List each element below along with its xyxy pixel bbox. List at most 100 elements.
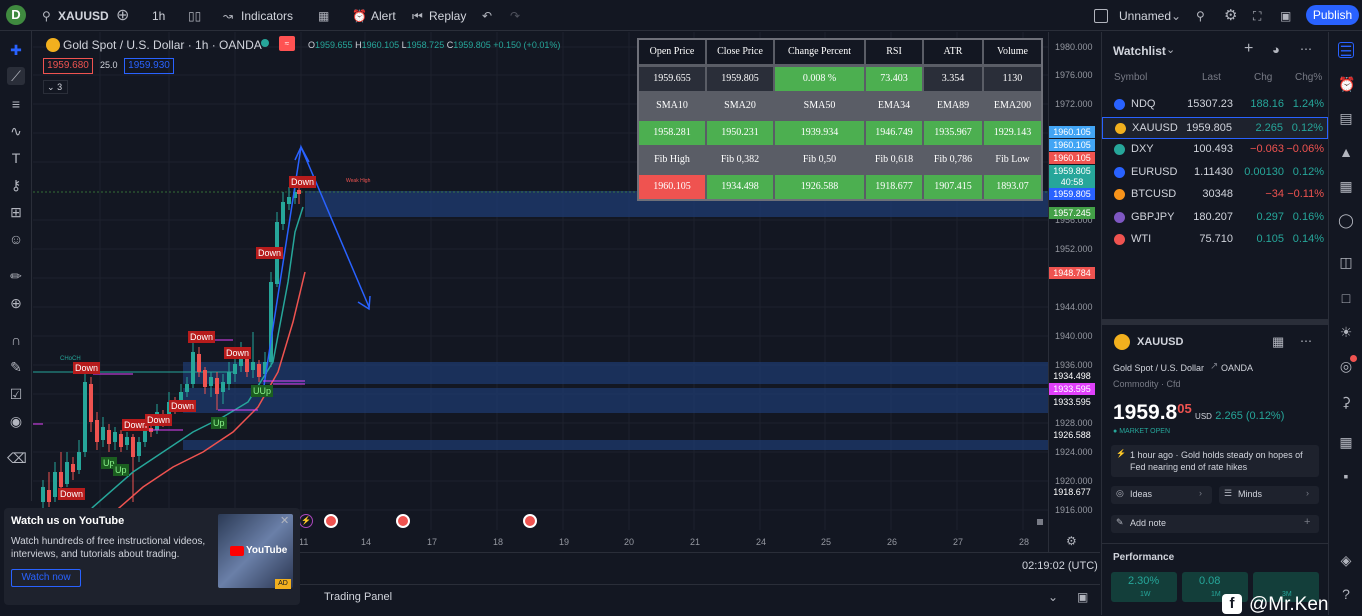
candle-body xyxy=(77,452,81,470)
alert-icon[interactable]: ⏰ xyxy=(352,6,367,26)
news-item[interactable]: ⚡ 1 hour ago · Gold holds steady on hope… xyxy=(1111,445,1319,477)
more-icon[interactable]: ⋯ xyxy=(1300,42,1312,56)
fib-icon[interactable]: ⊞ xyxy=(7,203,25,221)
horizontal-lines-icon[interactable]: ≡ xyxy=(7,95,25,113)
templates-icon[interactable]: ▦ xyxy=(318,6,329,26)
more-icon[interactable]: ⋯ xyxy=(1300,334,1312,348)
chevron-down-icon[interactable]: ⌄ xyxy=(1171,6,1181,26)
trash-icon[interactable]: ⌫ xyxy=(7,449,27,467)
brush-icon[interactable]: ∿ xyxy=(7,122,25,140)
watchlist-row[interactable]: DXY 100.493 −0.063 −0.06% xyxy=(1102,139,1328,161)
stay-drawing-icon[interactable]: ✎ xyxy=(7,358,25,376)
buy-button[interactable]: 1959.930 xyxy=(124,58,174,74)
add-symbol-icon[interactable]: + xyxy=(1244,40,1253,58)
chevron-down-icon[interactable]: ⌄ xyxy=(1166,43,1175,56)
event-lightning-icon[interactable]: ⚡ xyxy=(299,514,313,528)
symbol-search[interactable]: XAUUSD xyxy=(58,6,109,26)
col-chg[interactable]: Chg xyxy=(1254,72,1272,83)
news-headline: 1 hour ago · Gold holds steady on hopes … xyxy=(1130,450,1303,472)
external-link-icon[interactable]: ↗ xyxy=(1210,361,1218,372)
scroll-marker[interactable] xyxy=(1037,519,1043,525)
col-chgp[interactable]: Chg% xyxy=(1295,72,1322,83)
replay-button[interactable]: Replay xyxy=(429,6,466,26)
close-icon[interactable]: ✕ xyxy=(280,514,289,527)
layout-name[interactable]: Unnamed xyxy=(1119,6,1171,26)
add-note-button[interactable]: ✎ Add note + xyxy=(1111,515,1319,533)
watchlist-row[interactable]: EURUSD 1.11430 0.00130 0.12% xyxy=(1102,162,1328,184)
compare-add-icon[interactable]: ⊕ xyxy=(116,6,129,26)
hotlists-icon[interactable]: ▲ xyxy=(1338,144,1354,160)
candles-icon[interactable]: ▯▯ xyxy=(188,6,201,26)
us-flag-event-icon[interactable] xyxy=(523,514,537,528)
pattern-icon[interactable]: ⚷ xyxy=(7,176,25,194)
utc-clock[interactable]: 02:19:02 (UTC) xyxy=(1022,560,1098,572)
chat-icon[interactable]: □ xyxy=(1338,290,1354,306)
redo-icon[interactable]: ↷ xyxy=(510,6,520,26)
price-axis[interactable]: 1980.000 1976.000 1972.000 1956.000 1952… xyxy=(1048,32,1100,552)
fullscreen-icon[interactable]: ⛶ xyxy=(1253,6,1261,26)
text-icon[interactable]: T xyxy=(7,149,25,167)
replay-icon[interactable]: ⏮ xyxy=(412,6,423,26)
axis-settings-icon[interactable]: ⚙ xyxy=(1066,534,1077,548)
indicators-icon[interactable]: ↝ xyxy=(223,6,233,26)
zoom-in-icon[interactable]: ⊕ xyxy=(7,294,25,312)
data-problem-icon[interactable]: ≈ xyxy=(279,36,295,51)
maximize-panel-icon[interactable]: ▣ xyxy=(1077,590,1088,604)
alert-button[interactable]: Alert xyxy=(371,6,396,26)
watch-now-button[interactable]: Watch now xyxy=(11,569,81,587)
help-icon[interactable]: ? xyxy=(1338,586,1354,602)
us-flag-event-icon[interactable] xyxy=(396,514,410,528)
search-icon[interactable]: ⚲ xyxy=(42,6,51,26)
order-panel-icon[interactable]: ▦ xyxy=(1338,434,1354,450)
trading-panel-tab[interactable]: Trading Panel xyxy=(324,591,392,603)
watchlist-row[interactable]: BTCUSD 30348 −34 −0.11% xyxy=(1102,184,1328,206)
us-flag-event-icon[interactable] xyxy=(324,514,338,528)
eye-icon[interactable]: ◉ xyxy=(7,412,25,430)
chevron-down-icon[interactable]: ⌄ xyxy=(1048,590,1058,604)
ideas-stream-icon[interactable]: ◯ xyxy=(1338,212,1354,228)
chart-title[interactable]: Gold Spot / U.S. Dollar · 1h · OANDA xyxy=(63,38,262,52)
calendar-icon[interactable]: ▦ xyxy=(1338,178,1354,194)
layers-icon[interactable]: ◈ xyxy=(1338,552,1354,568)
ideas-bulb-icon[interactable]: ☀ xyxy=(1338,324,1354,340)
camera-icon[interactable]: ▣ xyxy=(1280,6,1291,26)
magnet-icon[interactable]: ∩ xyxy=(7,331,25,349)
details-exchange[interactable]: OANDA xyxy=(1221,363,1253,373)
watchlist-details-icon[interactable]: ◕ xyxy=(1272,42,1280,57)
perf-cell: 2.30% 1W xyxy=(1111,572,1177,602)
watchlist-row[interactable]: GBPJPY 180.207 0.297 0.16% xyxy=(1102,207,1328,229)
dom-icon[interactable]: ▪ xyxy=(1338,468,1354,484)
sell-button[interactable]: 1959.680 xyxy=(43,58,93,74)
candle-body xyxy=(113,432,117,442)
details-name[interactable]: Gold Spot / U.S. Dollar xyxy=(1113,363,1204,373)
lock-icon[interactable]: ☑ xyxy=(7,385,25,403)
ruler-icon[interactable]: ✏ xyxy=(7,267,25,285)
watchlist-icon[interactable]: ☰ xyxy=(1338,42,1354,59)
alarm-clock-icon[interactable]: ⏰ xyxy=(1338,76,1355,92)
bell-icon[interactable]: ⚳ xyxy=(1338,394,1354,410)
col-symbol[interactable]: Symbol xyxy=(1114,72,1147,83)
smiley-icon[interactable]: ☺ xyxy=(7,230,25,248)
details-symbol[interactable]: XAUUSD xyxy=(1137,336,1183,348)
col-last[interactable]: Last xyxy=(1202,72,1221,83)
watchlist-row[interactable]: WTI 75.710 0.105 0.14% xyxy=(1102,229,1328,251)
data-window-icon[interactable]: ▤ xyxy=(1338,110,1354,126)
trendline-icon[interactable]: ⟋ xyxy=(7,67,25,85)
layout-checkbox[interactable] xyxy=(1094,9,1108,23)
screener-icon[interactable]: ◫ xyxy=(1338,254,1354,270)
minds-button[interactable]: ☰ Minds › xyxy=(1219,486,1319,504)
interval-button[interactable]: 1h xyxy=(152,6,165,26)
quick-search-icon[interactable]: ⚲ xyxy=(1196,6,1205,26)
publish-button[interactable]: Publish xyxy=(1306,5,1359,25)
undo-icon[interactable]: ↶ xyxy=(482,6,492,26)
gear-icon[interactable]: ⚙ xyxy=(1224,6,1237,26)
indicators-button[interactable]: Indicators xyxy=(241,6,293,26)
layout-grid-icon[interactable]: ▦ xyxy=(1272,334,1284,350)
indicator-toggle[interactable]: ⌄ 3 xyxy=(43,80,68,94)
watchlist-row[interactable]: NDQ 15307.23 188.16 1.24% xyxy=(1102,94,1328,116)
crosshair-icon[interactable]: ✚ xyxy=(7,41,25,59)
ideas-button[interactable]: ◎ Ideas › xyxy=(1111,486,1212,504)
watchlist-title[interactable]: Watchlist xyxy=(1113,44,1166,58)
user-avatar[interactable]: D xyxy=(6,5,26,25)
watchlist-row[interactable]: XAUUSD 1959.805 2.265 0.12% xyxy=(1102,116,1328,139)
